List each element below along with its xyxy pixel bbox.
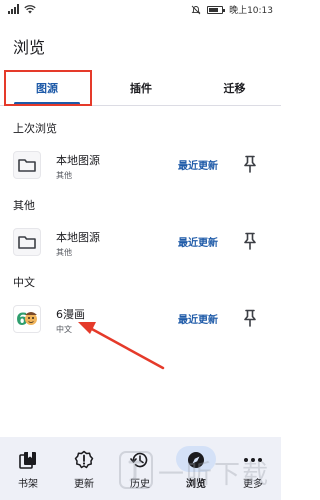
- library-icon: [17, 450, 39, 470]
- source-name: 6漫画: [56, 308, 85, 321]
- source-language: 其他: [56, 248, 72, 257]
- tab-extensions[interactable]: 插件: [94, 70, 188, 106]
- section-header-other: 其他: [13, 199, 35, 212]
- watermark: 一听下载: [118, 450, 278, 494]
- folder-icon: [13, 228, 41, 256]
- source-row-6manhua[interactable]: 6 6漫画 中文 最近更新: [0, 297, 281, 341]
- 6manhua-logo-icon: 6: [13, 305, 41, 333]
- page-title: 浏览: [13, 38, 46, 57]
- pin-icon[interactable]: [243, 309, 257, 327]
- watermark-logo-icon: [119, 451, 153, 489]
- updates-icon: [73, 450, 95, 470]
- tab-migrate[interactable]: 迁移: [188, 70, 281, 106]
- nav-label: 书架: [18, 479, 38, 490]
- latest-updates-button[interactable]: 最近更新: [178, 234, 218, 249]
- nav-label: 更新: [74, 479, 94, 490]
- source-language: 其他: [56, 171, 72, 180]
- section-header-recent: 上次浏览: [13, 122, 57, 135]
- wifi-icon: [24, 4, 36, 13]
- mute-icon: [191, 5, 201, 14]
- status-time: 晚上10:13: [229, 6, 273, 16]
- battery-icon: [207, 5, 226, 14]
- nav-library[interactable]: 书架: [0, 437, 56, 500]
- latest-updates-button[interactable]: 最近更新: [178, 157, 218, 172]
- annotation-highlight-box: [4, 70, 92, 106]
- source-row-local-recent[interactable]: 本地图源 其他 最近更新: [0, 143, 281, 187]
- source-language: 中文: [56, 325, 72, 334]
- pin-icon[interactable]: [243, 232, 257, 250]
- pin-icon[interactable]: [243, 155, 257, 173]
- source-row-local-other[interactable]: 本地图源 其他 最近更新: [0, 220, 281, 264]
- source-name: 本地图源: [56, 154, 100, 167]
- section-header-chinese: 中文: [13, 276, 35, 289]
- folder-icon: [13, 151, 41, 179]
- latest-updates-button[interactable]: 最近更新: [178, 311, 218, 326]
- nav-updates[interactable]: 更新: [56, 437, 112, 500]
- cellular-signal-icon: [8, 4, 19, 14]
- source-name: 本地图源: [56, 231, 100, 244]
- watermark-text: 一听下载: [158, 460, 271, 490]
- status-bar: 晚上10:13: [0, 0, 281, 20]
